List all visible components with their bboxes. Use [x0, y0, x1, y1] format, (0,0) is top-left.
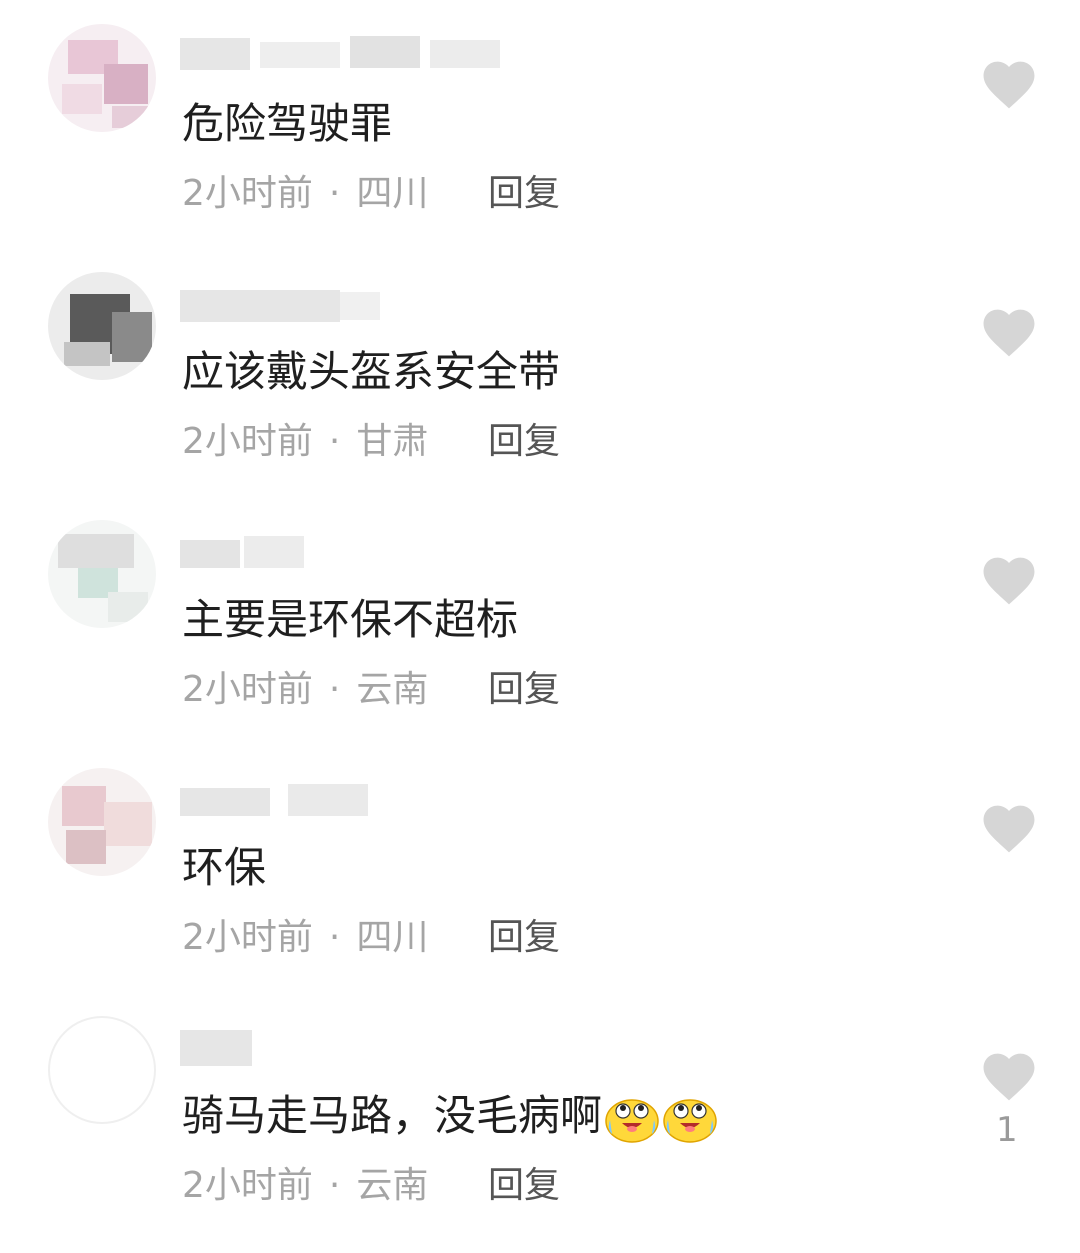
avatar[interactable] — [48, 520, 156, 628]
comment-meta: 2小时前 · 甘肃 — [182, 420, 428, 464]
comment-item: 应该戴头盔系安全带 2小时前 · 甘肃 回复 — [0, 248, 1080, 496]
comment-text: 主要是环保不超标 — [182, 595, 519, 644]
comment-item: 骑马走马路，没毛病啊 2小时前 · 云南 回复 1 — [0, 992, 1080, 1240]
comment-location: 云南 — [356, 669, 429, 710]
crying-laughing-emoji — [605, 1098, 659, 1143]
username-blurred[interactable] — [180, 282, 510, 324]
comment-meta: 2小时前 · 云南 — [182, 668, 428, 712]
comment-text: 环保 — [182, 843, 267, 892]
comment-text: 骑马走马路，没毛病啊 — [182, 1092, 718, 1144]
reply-button[interactable]: 回复 — [488, 916, 560, 960]
comment-location: 云南 — [356, 1165, 429, 1206]
reply-button[interactable]: 回复 — [488, 420, 560, 464]
comment-item: 环保 2小时前 · 四川 回复 — [0, 744, 1080, 992]
comment-time: 2小时前 — [182, 1165, 313, 1206]
username-blurred[interactable] — [180, 778, 510, 820]
comment-meta: 2小时前 · 四川 — [182, 916, 428, 960]
comment-time: 2小时前 — [182, 917, 313, 958]
comment-location: 四川 — [356, 173, 429, 214]
meta-separator: · — [328, 173, 341, 214]
heart-icon[interactable] — [978, 798, 1040, 854]
meta-separator: · — [328, 917, 341, 958]
comment-list: 危险驾驶罪 2小时前 · 四川 回复 应该戴头盔系安全带 2小时前 · 甘肃 回复 — [0, 0, 1080, 1253]
comment-text: 应该戴头盔系安全带 — [182, 347, 561, 396]
reply-button[interactable]: 回复 — [488, 1164, 560, 1208]
username-blurred[interactable] — [180, 1026, 510, 1068]
reply-button[interactable]: 回复 — [488, 668, 560, 712]
comment-item: 危险驾驶罪 2小时前 · 四川 回复 — [0, 0, 1080, 248]
comment-time: 2小时前 — [182, 421, 313, 462]
comment-item: 主要是环保不超标 2小时前 · 云南 回复 — [0, 496, 1080, 744]
avatar[interactable] — [48, 24, 156, 132]
heart-icon[interactable] — [978, 1046, 1040, 1102]
meta-separator: · — [328, 1165, 341, 1206]
crying-laughing-emoji — [663, 1098, 717, 1143]
comment-time: 2小时前 — [182, 669, 313, 710]
heart-icon[interactable] — [978, 54, 1040, 110]
avatar[interactable] — [48, 272, 156, 380]
comment-meta: 2小时前 · 四川 — [182, 172, 428, 216]
comment-time: 2小时前 — [182, 173, 313, 214]
reply-button[interactable]: 回复 — [488, 172, 560, 216]
meta-separator: · — [328, 421, 341, 462]
heart-icon[interactable] — [978, 302, 1040, 358]
meta-separator: · — [328, 669, 341, 710]
like-count: 1 — [996, 1110, 1018, 1150]
heart-icon[interactable] — [978, 550, 1040, 606]
comment-meta: 2小时前 · 云南 — [182, 1164, 428, 1208]
username-blurred[interactable] — [180, 34, 510, 76]
avatar[interactable] — [48, 768, 156, 876]
comment-location: 四川 — [356, 917, 429, 958]
avatar[interactable] — [48, 1016, 156, 1124]
comment-location: 甘肃 — [356, 421, 429, 462]
username-blurred[interactable] — [180, 530, 510, 572]
comment-text: 危险驾驶罪 — [182, 99, 393, 148]
